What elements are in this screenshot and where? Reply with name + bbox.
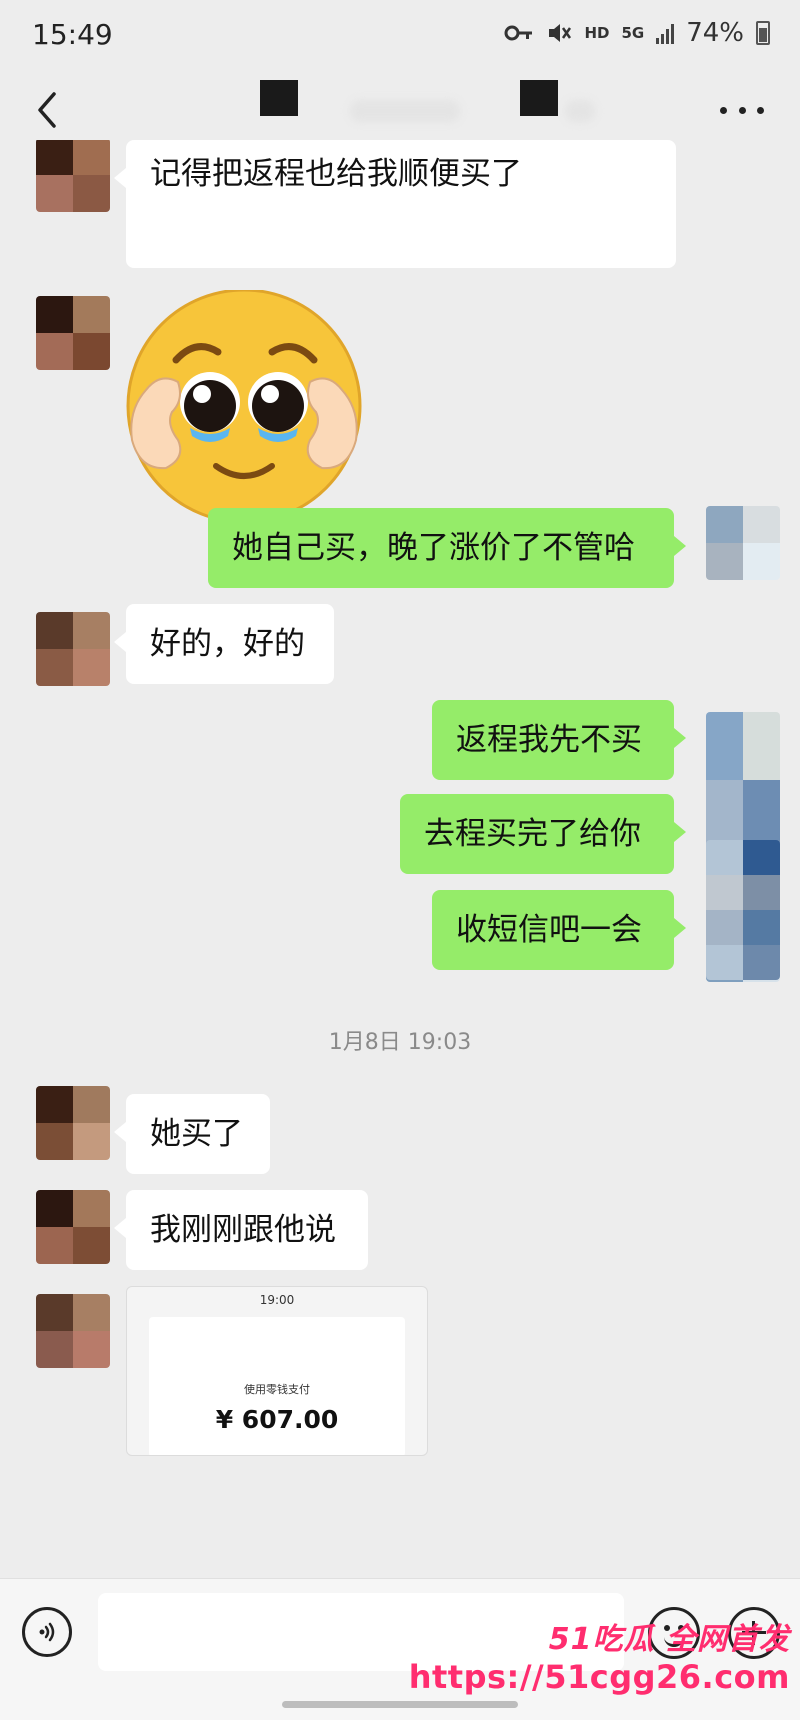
more-dot (720, 106, 727, 114)
contact-avatar[interactable] (36, 296, 110, 370)
back-button[interactable] (30, 86, 70, 134)
message-text: 她买了 (150, 1116, 243, 1152)
message-text: 我刚刚跟他说 (150, 1212, 336, 1248)
message-bubble-outgoing[interactable]: 去程买完了给你 (400, 794, 686, 874)
message-text: 好的，好的 (150, 626, 305, 662)
more-options-button[interactable] (720, 90, 764, 130)
redacted-title-block (520, 80, 558, 116)
watermark-url: https://51cgg26.com (408, 1658, 790, 1696)
voice-icon (39, 1622, 55, 1642)
redacted-title-blur (350, 100, 460, 122)
pleading-face-heart-hands-emoji[interactable] (126, 288, 366, 530)
message-text: 返程我先不买 (456, 722, 642, 758)
payment-amount: ¥ 607.00 (215, 1405, 339, 1434)
contact-avatar[interactable] (36, 1086, 110, 1160)
message-bubble-outgoing[interactable]: 返程我先不买 (432, 700, 686, 780)
watermark-brand: 51吃瓜 全网首发 (548, 1622, 790, 1657)
more-dot (757, 106, 764, 114)
message-text: 去程买完了给你 (424, 816, 641, 852)
more-dot (738, 106, 746, 114)
payment-screenshot-image[interactable]: 19:00 使用零钱支付 ¥ 607.00 (126, 1286, 428, 1456)
status-time: 15:49 (32, 18, 113, 51)
message-bubble-incoming[interactable]: 我刚刚跟他说 (114, 1190, 368, 1270)
5g-indicator: 5G (621, 24, 645, 42)
my-avatar-blur-extension (706, 840, 780, 980)
redacted-title-block (260, 80, 298, 116)
payment-method-label: 使用零钱支付 (244, 1383, 310, 1396)
message-text: 收短信吧一会 (456, 912, 642, 948)
redacted-title-blur (565, 100, 595, 122)
status-icons: HD 5G 74% (504, 18, 770, 48)
message-list[interactable]: 记得把返程也给我顺便买了 她自己买，晚了涨价了不管哈 好的，好的 返程我先不买 … (0, 140, 800, 1578)
contact-avatar[interactable] (36, 1190, 110, 1264)
battery-percent: 74% (686, 18, 744, 48)
message-bubble-outgoing[interactable]: 她自己买，晚了涨价了不管哈 (208, 508, 686, 588)
mute-icon (549, 24, 572, 42)
message-text: 记得把返程也给我顺便买了 (150, 156, 522, 192)
hd-indicator: HD (584, 24, 610, 42)
signal-icon (656, 22, 675, 44)
key-icon (504, 25, 533, 41)
chat-header (0, 70, 800, 150)
chat-timestamp: 1月8日 19:03 (328, 1030, 472, 1055)
message-text: 她自己买，晚了涨价了不管哈 (232, 530, 635, 566)
payment-panel: 使用零钱支付 ¥ 607.00 (149, 1317, 405, 1455)
home-indicator[interactable] (282, 1701, 518, 1708)
chevron-left-icon (38, 92, 56, 128)
screenshot-time: 19:00 (259, 1293, 295, 1307)
message-bubble-incoming[interactable]: 好的，好的 (114, 604, 334, 684)
message-bubble-incoming[interactable]: 她买了 (114, 1094, 270, 1174)
contact-avatar[interactable] (36, 1294, 110, 1368)
status-bar: 15:49 HD 5G 74% (0, 0, 800, 70)
message-bubble-incoming[interactable]: 记得把返程也给我顺便买了 (114, 140, 676, 268)
watermark: 51吃瓜 全网首发 https://51cgg26.com (409, 1614, 790, 1696)
contact-avatar[interactable] (36, 612, 110, 686)
battery-icon (756, 21, 770, 45)
my-avatar[interactable] (706, 506, 780, 580)
voice-input-button[interactable] (22, 1607, 72, 1657)
contact-avatar[interactable] (36, 140, 110, 212)
message-bubble-outgoing[interactable]: 收短信吧一会 (432, 890, 686, 970)
